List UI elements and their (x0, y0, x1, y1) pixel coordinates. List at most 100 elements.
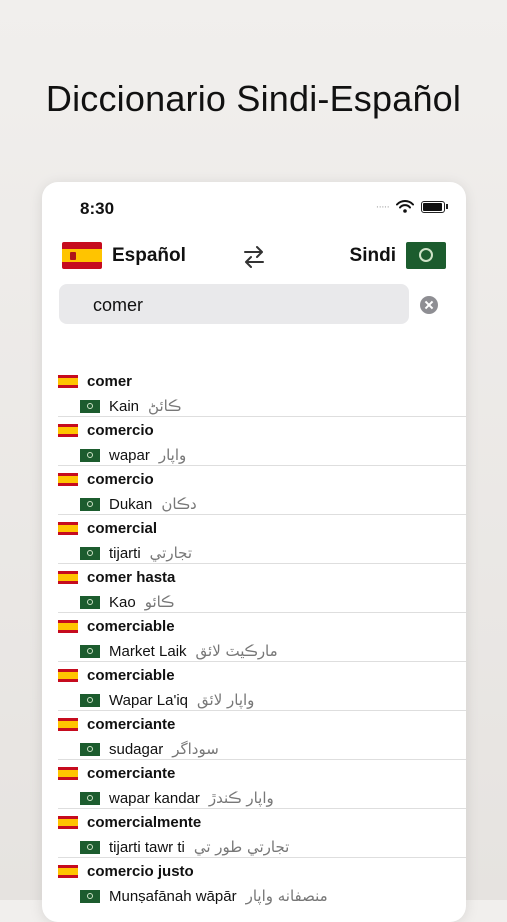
sindhi-line: Kao ڪائو (80, 593, 174, 611)
sindhi-transliteration: Munṣafānah wāpār (109, 887, 237, 905)
spanish-word: comerciante (87, 765, 176, 782)
sindh-flag-icon (406, 242, 446, 269)
sindh-flag-icon (80, 399, 100, 413)
sindhi-transliteration: Kao (109, 593, 136, 611)
clear-search-icon[interactable] (420, 296, 438, 314)
sindhi-transliteration: sudagar (109, 740, 164, 758)
spanish-word: comerciante (87, 716, 176, 733)
spain-flag-icon (58, 718, 78, 731)
sindhi-transliteration: Kain (109, 397, 140, 415)
source-language-label: Español (112, 244, 186, 266)
spain-flag-icon (58, 473, 78, 486)
spain-flag-icon (58, 522, 78, 535)
spain-flag-icon (62, 242, 102, 269)
spain-flag-icon (58, 767, 78, 780)
sindhi-script: واپار لائق (197, 691, 255, 709)
spanish-word: comer hasta (87, 569, 176, 586)
sindhi-script: تجارتي طور تي (193, 838, 290, 856)
spanish-word: comerciable (87, 618, 175, 635)
source-language[interactable]: Español (62, 242, 186, 269)
target-language-label: Sindi (349, 244, 396, 266)
sindhi-line: Kain ڪائڻ (80, 397, 181, 415)
list-item[interactable]: comerciable Wapar La'iq واپار لائق (58, 662, 466, 711)
sindhi-script: دڪان (161, 495, 197, 513)
battery-icon (421, 200, 445, 213)
list-item[interactable]: comer hasta Kao ڪائو (58, 564, 466, 613)
sindhi-script: مارڪيٽ لائق (195, 642, 278, 660)
sindhi-transliteration: Market Laik (109, 642, 187, 660)
list-item[interactable]: comercio wapar واپار (58, 417, 466, 466)
spanish-word: comercio justo (87, 863, 194, 880)
spanish-word: comercio (87, 471, 154, 488)
sindhi-script: تجارتي (149, 544, 193, 562)
spanish-line: comercialmente (58, 814, 201, 831)
target-language[interactable]: Sindi (350, 242, 446, 269)
sindhi-line: Wapar La'iq واپار لائق (80, 691, 254, 709)
sindhi-line: wapar واپار (80, 446, 186, 464)
sindh-flag-icon (80, 791, 100, 805)
spanish-line: comercio (58, 471, 154, 488)
sindhi-transliteration: wapar kandar (109, 789, 200, 807)
spain-flag-icon (58, 865, 78, 878)
spanish-word: comercio (87, 422, 154, 439)
spanish-line: comer hasta (58, 569, 175, 586)
list-item[interactable]: comercialmente tijarti tawr ti تجارتي طور … (58, 809, 466, 858)
list-item[interactable]: comercio justo Munṣafānah wāpār منصفانه وا… (58, 858, 466, 906)
sindhi-transliteration: wapar (109, 446, 150, 464)
sindh-flag-icon (80, 742, 100, 756)
search-field[interactable] (59, 284, 417, 326)
spanish-line: comer (58, 373, 132, 390)
spanish-line: comercio justo (58, 863, 194, 880)
sindhi-transliteration: tijarti (109, 544, 141, 562)
language-selector: Español Sindi (62, 242, 446, 272)
sindh-flag-icon (80, 448, 100, 462)
sindhi-script: ڪائڻ (148, 397, 182, 415)
spanish-line: comercial (58, 520, 157, 537)
sindh-flag-icon (80, 546, 100, 560)
list-item[interactable]: comercio Dukan دڪان (58, 466, 466, 515)
spanish-word: comer (87, 373, 133, 390)
spanish-line: comerciable (58, 667, 175, 684)
spanish-word: comercial (87, 520, 158, 537)
sindhi-transliteration: Wapar La'iq (109, 691, 189, 709)
sindhi-line: Munṣafānah wāpār منصفانه واپار (80, 887, 328, 905)
swap-languages-icon[interactable] (242, 244, 266, 270)
sindhi-script: منصفانه واپار (245, 887, 328, 905)
list-item[interactable]: comerciante wapar kandar واپار ڪندڙ (58, 760, 466, 809)
sindhi-line: tijarti tawr ti تجارتي طور تي (80, 838, 289, 856)
sindhi-transliteration: Dukan (109, 495, 153, 513)
spanish-line: comerciante (58, 716, 175, 733)
spanish-word: comerciable (87, 667, 175, 684)
sindh-flag-icon (80, 840, 100, 854)
spanish-word: comercialmente (87, 814, 202, 831)
spain-flag-icon (58, 620, 78, 633)
search-input[interactable] (73, 284, 417, 326)
spain-flag-icon (58, 571, 78, 584)
sindhi-line: tijarti تجارتي (80, 544, 192, 562)
sindhi-transliteration: tijarti tawr ti (109, 838, 185, 856)
list-item[interactable]: comerciable Market Laik مارڪيٽ لائق (58, 613, 466, 662)
spain-flag-icon (58, 375, 78, 388)
list-item[interactable]: comerciante sudagar سوداگر (58, 711, 466, 760)
sindhi-line: Dukan دڪان (80, 495, 197, 513)
sindhi-line: wapar kandar واپار ڪندڙ (80, 789, 274, 807)
sindhi-script: سوداگر (172, 740, 219, 758)
spanish-line: comerciante (58, 765, 175, 782)
spain-flag-icon (58, 424, 78, 437)
results-list: comer Kain ڪائڻ comercio wapar واپار comercio D… (42, 368, 466, 906)
spain-flag-icon (58, 816, 78, 829)
sindh-flag-icon (80, 644, 100, 658)
sindh-flag-icon (80, 595, 100, 609)
battery-tip (446, 204, 448, 209)
sindhi-script: ڪائو (144, 593, 175, 611)
wifi-icon (396, 200, 414, 213)
status-time: 8:30 (80, 199, 115, 218)
list-item[interactable]: comer Kain ڪائڻ (58, 368, 466, 417)
spain-flag-icon (58, 669, 78, 682)
spanish-line: comerciable (58, 618, 175, 635)
sindh-flag-icon (80, 497, 100, 511)
list-item[interactable]: comercial tijarti تجارتي (58, 515, 466, 564)
signal-dots-icon: ····· (375, 200, 390, 213)
sindhi-script: واپار (158, 446, 187, 464)
sindhi-script: واپار ڪندڙ (208, 789, 274, 807)
